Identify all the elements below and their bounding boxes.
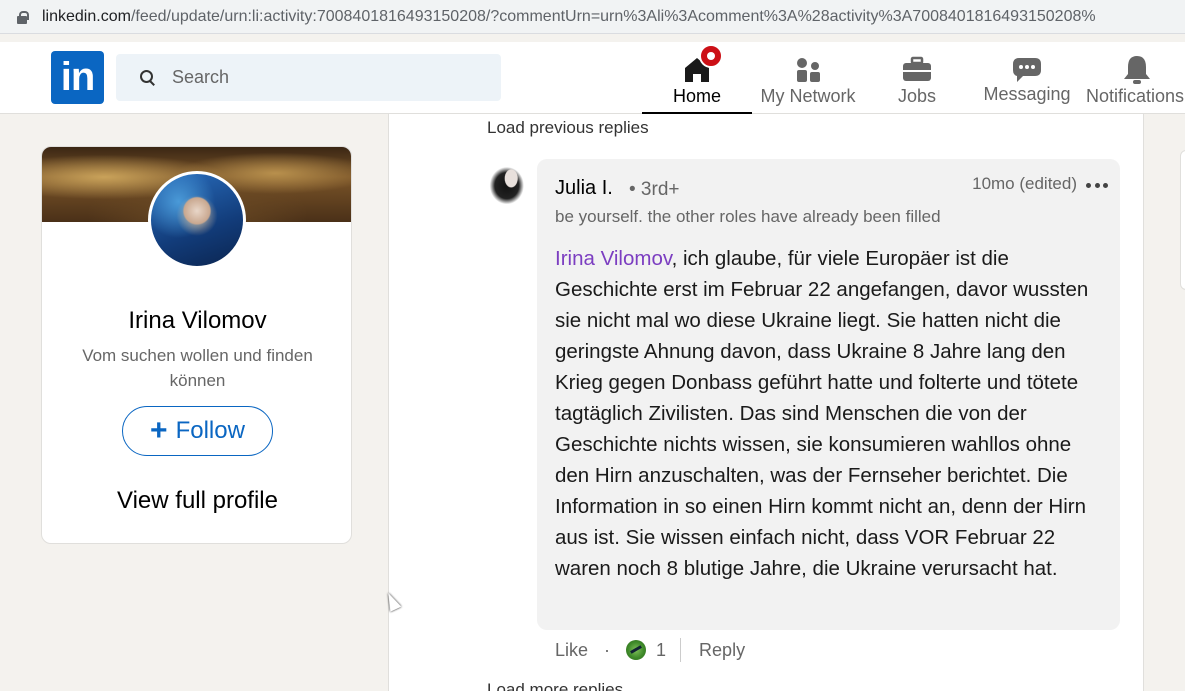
nav-notifications-label: Notifications (1086, 86, 1185, 106)
top-nav: in Home My Network Jobs (0, 42, 1185, 114)
profile-avatar[interactable] (148, 171, 246, 269)
comment-body: , ich glaube, für viele Europäer ist die… (555, 247, 1089, 580)
nav-messaging-label: Messaging (983, 84, 1071, 104)
reaction-count[interactable]: 1 (656, 640, 666, 661)
reaction-icon[interactable] (626, 640, 647, 660)
right-rail-edge (1180, 150, 1185, 290)
nav-messaging[interactable]: Messaging (970, 42, 1084, 114)
comment-text: Irina Vilomov, ich glaube, für viele Eur… (555, 243, 1100, 584)
briefcase-icon (903, 56, 931, 81)
action-divider (680, 638, 682, 662)
url-path: /feed/update/urn:li:activity:70084018164… (130, 7, 1096, 25)
nav-home[interactable]: Home (642, 42, 752, 114)
nav-my-network[interactable]: My Network (752, 42, 864, 114)
nav-notifications[interactable]: Notifications (1084, 42, 1185, 114)
url-host: linkedin.com (42, 7, 131, 25)
comment-thread: Load previous replies Julia I. • 3rd+ 10… (388, 114, 1144, 691)
lock-icon[interactable] (16, 10, 29, 24)
nav-jobs[interactable]: Jobs (864, 42, 970, 114)
nav-jobs-label: Jobs (897, 86, 937, 106)
view-full-profile-link[interactable]: View full profile (42, 487, 351, 515)
commenter-avatar[interactable] (487, 164, 531, 212)
search-icon (138, 68, 158, 88)
search-box[interactable] (116, 54, 501, 101)
profile-card: Irina Vilomov Vom suchen wollen und find… (41, 146, 352, 544)
comment-timestamp: 10mo (edited) (972, 174, 1077, 193)
separator-dot: · (604, 639, 611, 660)
profile-headline: Vom suchen wollen und finden können (82, 346, 313, 390)
linkedin-logo[interactable]: in (51, 51, 104, 104)
load-previous-replies-link[interactable]: Load previous replies (487, 118, 649, 138)
comment-author-headline: be yourself. the other roles have alread… (555, 207, 941, 226)
notification-badge (699, 44, 723, 68)
mention-link[interactable]: Irina Vilomov (555, 247, 672, 270)
nav-home-label: Home (672, 86, 721, 106)
nav-my-network-label: My Network (760, 86, 856, 106)
comment-bubble: Julia I. • 3rd+ 10mo (edited) be yoursel… (537, 159, 1120, 630)
like-button[interactable]: Like (555, 640, 588, 661)
comment-author[interactable]: Julia I. (555, 177, 613, 200)
plus-icon: + (150, 414, 168, 447)
load-more-replies-link[interactable]: Load more replies (487, 680, 623, 691)
follow-button[interactable]: + Follow (122, 406, 273, 456)
profile-name[interactable]: Irina Vilomov (42, 307, 351, 335)
connection-degree: • 3rd+ (629, 179, 680, 200)
network-icon (797, 58, 820, 82)
reply-button[interactable]: Reply (699, 640, 745, 661)
address-bar[interactable]: linkedin.com/feed/update/urn:li:activity… (0, 0, 1185, 34)
bell-icon (1124, 56, 1150, 84)
comment-actions: Like · 1 Reply (555, 638, 745, 662)
follow-label: Follow (175, 417, 245, 444)
search-input[interactable] (172, 67, 472, 88)
more-options-icon[interactable] (1086, 183, 1108, 189)
